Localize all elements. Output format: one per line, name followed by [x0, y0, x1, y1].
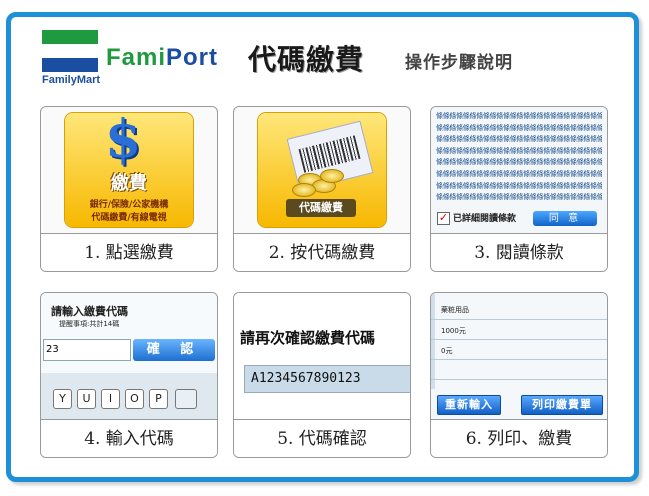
- step-1-caption: 1. 點選繳費: [41, 233, 217, 271]
- page-title: 代碼繳費: [248, 43, 365, 76]
- reenter-button[interactable]: 重新輸入: [437, 395, 501, 415]
- agree-checkbox-row[interactable]: ✓ 已詳細閱讀條款: [437, 211, 516, 227]
- table-left-bar: [431, 293, 435, 389]
- amount-1: 1000元: [441, 327, 466, 335]
- familymart-logo: FamilyMart: [42, 30, 101, 92]
- code-pay-button[interactable]: 代碼繳費: [286, 199, 356, 217]
- pay-tile-label: 繳費: [111, 173, 147, 194]
- step-3-screen: 條條條條條條條條條條條條條條條條條條條條條條條條條條 條條條條條條條條條條條條條…: [431, 107, 607, 233]
- code-display: A1234567890123: [244, 365, 410, 393]
- confirm-prompt: 請再次確認繳費代碼: [240, 329, 376, 347]
- code-input[interactable]: 23: [43, 339, 131, 361]
- step-6-screen: 藥粧用品 1000元 0元 重新輸入 列印繳費單: [431, 293, 607, 419]
- step-card-2: 代碼繳費 2. 按代碼繳費: [233, 106, 411, 272]
- agree-button[interactable]: 同 意: [533, 211, 597, 226]
- pay-tile-line1: 銀行/保險/公家機構: [89, 200, 169, 210]
- step-2-screen: 代碼繳費: [234, 107, 410, 233]
- key-i[interactable]: I: [101, 389, 120, 409]
- amount-2: 0元: [441, 347, 453, 355]
- input-hint: 提醒事項:共計14碼: [59, 320, 120, 328]
- keyboard: Y U I O P: [41, 373, 217, 419]
- step-card-5: 請再次確認繳費代碼 A1234567890123 5. 代碼確認: [233, 292, 411, 458]
- step-card-1: $ 繳費 銀行/保險/公家機構 代碼繳費/有線電視 1. 點選繳費: [40, 106, 218, 272]
- print-bill-button[interactable]: 列印繳費單: [521, 395, 603, 415]
- step-4-screen: 請輸入繳費代碼 提醒事項:共計14碼 23 確 認 Y U I O P: [41, 293, 217, 419]
- divider: [431, 339, 607, 340]
- step-6-caption: 6. 列印、繳費: [431, 419, 607, 457]
- coin-icon: [320, 169, 344, 183]
- pay-tile[interactable]: $ 繳費 銀行/保險/公家機構 代碼繳費/有線電視: [65, 109, 193, 227]
- famiport-logo: FamiPort: [106, 44, 219, 71]
- step-2-caption: 2. 按代碼繳費: [234, 233, 410, 271]
- dollar-icon: $: [105, 109, 142, 170]
- step-4-caption: 4. 輸入代碼: [41, 419, 217, 457]
- key-p[interactable]: P: [149, 389, 168, 409]
- step-3-caption: 3. 閱讀條款: [431, 233, 607, 271]
- familymart-label: FamilyMart: [42, 74, 101, 86]
- barcode-icon: [298, 135, 361, 173]
- key-u[interactable]: U: [77, 389, 96, 409]
- item-name: 藥粧用品: [441, 306, 469, 314]
- header: FamilyMart FamiPort 代碼繳費 操作步驟說明: [42, 30, 612, 88]
- page-subtitle: 操作步驟說明: [405, 53, 513, 73]
- code-pay-tile[interactable]: 代碼繳費: [258, 113, 386, 227]
- key-blank[interactable]: [175, 389, 197, 409]
- pay-tile-line2: 代碼繳費/有線電視: [91, 213, 167, 223]
- key-o[interactable]: O: [125, 389, 144, 409]
- divider: [431, 319, 607, 320]
- divider: [431, 359, 607, 360]
- confirm-button[interactable]: 確 認: [133, 339, 215, 361]
- check-icon[interactable]: ✓: [437, 212, 450, 225]
- terms-text: 條條條條條條條條條條條條條條條條條條條條條條條條條條 條條條條條條條條條條條條條…: [436, 112, 602, 202]
- step-card-6: 藥粧用品 1000元 0元 重新輸入 列印繳費單 6. 列印、繳費: [430, 292, 608, 458]
- step-5-screen: 請再次確認繳費代碼 A1234567890123: [234, 293, 410, 419]
- step-card-3: 條條條條條條條條條條條條條條條條條條條條條條條條條條 條條條條條條條條條條條條條…: [430, 106, 608, 272]
- coin-icon: [292, 183, 316, 197]
- step-1-screen: $ 繳費 銀行/保險/公家機構 代碼繳費/有線電視: [41, 107, 217, 233]
- input-title: 請輸入繳費代碼: [51, 305, 128, 318]
- step-card-4: 請輸入繳費代碼 提醒事項:共計14碼 23 確 認 Y U I O P 4. 輸…: [40, 292, 218, 458]
- step-5-caption: 5. 代碼確認: [234, 419, 410, 457]
- key-y[interactable]: Y: [53, 389, 72, 409]
- divider: [431, 379, 607, 380]
